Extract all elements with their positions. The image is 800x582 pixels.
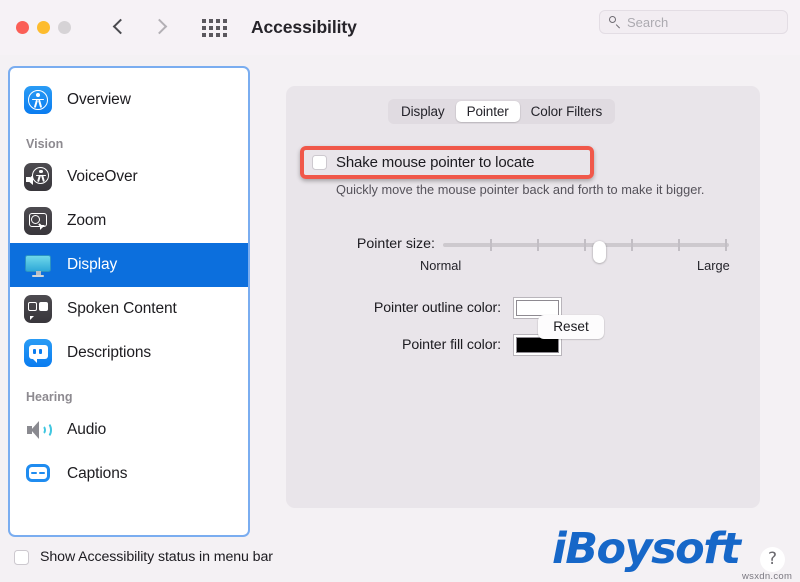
slider-tick <box>537 239 539 251</box>
sidebar-item-audio[interactable]: Audio <box>10 408 248 452</box>
minimize-window-button[interactable] <box>37 21 50 34</box>
sidebar-item-label: Descriptions <box>67 344 152 361</box>
sidebar-item-label: Display <box>67 256 118 273</box>
shake-mouse-pointer-checkbox-row[interactable]: Shake mouse pointer to locate <box>312 154 534 171</box>
accessibility-preferences-window: Accessibility Overview Vision <box>0 0 800 582</box>
sidebar-group-vision: Vision <box>26 137 64 151</box>
search-input[interactable] <box>627 14 777 30</box>
grid-dot <box>202 18 206 23</box>
grid-dot <box>209 32 213 37</box>
grid-dot <box>223 18 227 23</box>
audio-speaker-icon <box>24 416 52 444</box>
traffic-light-buttons <box>16 21 71 34</box>
pointer-size-slider-knob[interactable] <box>593 240 606 263</box>
sidebar-item-descriptions[interactable]: Descriptions <box>10 331 248 375</box>
slider-tick <box>490 239 492 251</box>
sidebar-item-zoom[interactable]: Zoom <box>10 199 248 243</box>
tab-color-filters[interactable]: Color Filters <box>520 101 613 122</box>
grid-dot <box>202 25 206 30</box>
search-field[interactable] <box>599 10 788 34</box>
grid-dot <box>216 18 220 23</box>
sidebar-item-label: Captions <box>67 465 128 482</box>
slider-tick <box>631 239 633 251</box>
sidebar-item-label: Audio <box>67 421 107 438</box>
grid-dot <box>223 32 227 37</box>
watermark-help-badge: ? <box>760 547 785 572</box>
zoom-window-button <box>58 21 71 34</box>
settings-tab-bar: Display Pointer Color Filters <box>388 99 616 124</box>
tab-pointer[interactable]: Pointer <box>455 101 520 122</box>
captions-icon <box>24 460 52 488</box>
accessibility-person-icon <box>24 86 52 114</box>
sidebar-item-label: Spoken Content <box>67 300 177 317</box>
pointer-outline-color-row: Pointer outline color: <box>286 297 760 319</box>
pointer-fill-color-row: Pointer fill color: <box>286 334 760 356</box>
grid-dot <box>209 25 213 30</box>
accessibility-sidebar[interactable]: Overview Vision VoiceOver Zoom Display S… <box>8 66 250 537</box>
show-accessibility-status-row[interactable]: Show Accessibility status in menu bar <box>14 549 273 565</box>
sidebar-item-label: Zoom <box>67 212 107 229</box>
voiceover-speaker-person-icon <box>24 163 52 191</box>
navigation-buttons <box>114 18 164 37</box>
pointer-settings-pane: Display Pointer Color Filters Shake mous… <box>286 86 760 508</box>
shake-mouse-pointer-description: Quickly move the mouse pointer back and … <box>336 182 705 197</box>
zoom-magnifier-icon <box>24 207 52 235</box>
slider-tick <box>725 239 727 251</box>
grid-apps-icon[interactable] <box>202 18 227 37</box>
shake-mouse-pointer-checkbox[interactable] <box>312 155 327 170</box>
slider-tick <box>584 239 586 251</box>
forward-icon[interactable] <box>153 18 164 37</box>
pointer-outline-color-value <box>516 300 559 316</box>
shake-mouse-pointer-label: Shake mouse pointer to locate <box>336 154 535 171</box>
search-icon <box>609 16 621 28</box>
sidebar-item-display[interactable]: Display <box>10 243 248 287</box>
pointer-size-slider[interactable] <box>443 239 729 263</box>
grid-dot <box>209 18 213 23</box>
pointer-size-label: Pointer size: <box>356 236 435 252</box>
window-toolbar: Accessibility <box>0 0 800 55</box>
watermark: iBoysoft ? wsxdn.com <box>552 522 800 582</box>
sidebar-list: Overview Vision VoiceOver Zoom Display S… <box>10 68 248 496</box>
back-icon[interactable] <box>114 18 125 37</box>
watermark-url: wsxdn.com <box>742 571 793 582</box>
pointer-fill-color-value <box>516 337 559 353</box>
spoken-content-bubbles-icon <box>24 295 52 323</box>
show-accessibility-status-checkbox[interactable] <box>14 549 29 565</box>
show-accessibility-status-label: Show Accessibility status in menu bar <box>40 549 273 565</box>
reset-button[interactable]: Reset <box>538 315 604 339</box>
grid-dot <box>202 32 206 37</box>
grid-dot <box>216 25 220 30</box>
display-monitor-icon <box>24 251 52 279</box>
pointer-size-min-label: Normal <box>420 258 462 273</box>
sidebar-item-label: Overview <box>67 91 131 108</box>
sidebar-group-hearing: Hearing <box>26 390 73 404</box>
sidebar-item-captions[interactable]: Captions <box>10 452 248 496</box>
descriptions-quote-icon <box>24 339 52 367</box>
grid-dot <box>216 32 220 37</box>
sidebar-item-label: VoiceOver <box>67 168 138 185</box>
pointer-size-max-label: Large <box>697 258 730 273</box>
grid-dot <box>223 25 227 30</box>
sidebar-item-voiceover[interactable]: VoiceOver <box>10 155 248 199</box>
pointer-fill-color-label: Pointer fill color: <box>401 337 501 353</box>
sidebar-item-spoken-content[interactable]: Spoken Content <box>10 287 248 331</box>
window-title: Accessibility <box>251 17 357 37</box>
close-window-button[interactable] <box>16 21 29 34</box>
slider-tick <box>678 239 680 251</box>
tab-display[interactable]: Display <box>390 101 456 122</box>
watermark-brand: iBoysoft <box>552 524 741 574</box>
pointer-outline-color-label: Pointer outline color: <box>373 300 501 316</box>
sidebar-item-overview[interactable]: Overview <box>10 78 248 122</box>
